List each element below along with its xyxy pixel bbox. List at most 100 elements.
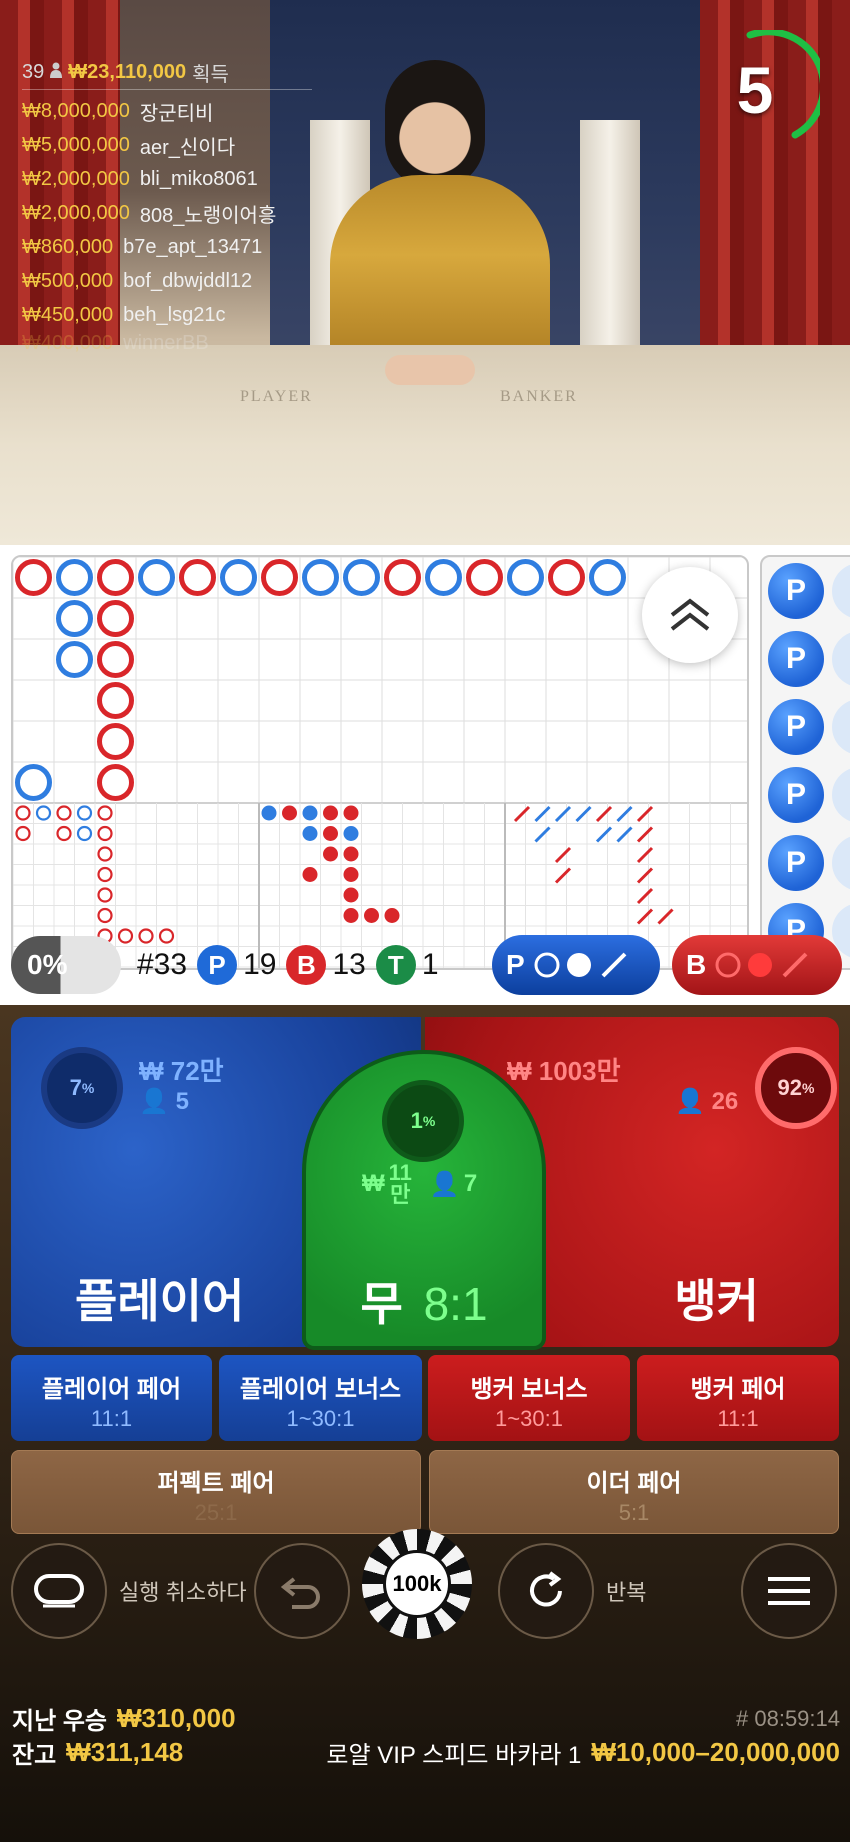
side-bet-title: 뱅커 페어 [690, 1376, 786, 1403]
cockroach-road-mark [554, 805, 572, 823]
big-road-mark [548, 559, 585, 596]
menu-button[interactable] [741, 1543, 837, 1639]
table-player-text: PLAYER [240, 388, 313, 405]
ask-banker-button[interactable]: B [672, 935, 842, 995]
player-bettor-count: 5 [175, 1088, 189, 1115]
perfect-pair-odds: 25:1 [194, 1500, 238, 1525]
road-symbols-icon [715, 952, 808, 978]
big-road-mark [507, 559, 544, 596]
winner-amount: ₩860,000 [22, 235, 114, 258]
big-road-mark [261, 559, 298, 596]
either-pair-bet[interactable]: 이더 페어 5:1 [429, 1450, 839, 1534]
winner-name: bof_dbwjddl12 [123, 269, 253, 292]
cockroach-road-mark [657, 908, 674, 925]
big-road-mark [589, 559, 626, 596]
big-eye-road-mark [76, 805, 93, 821]
big-road-mark [56, 641, 93, 678]
collapse-roadmap-button[interactable] [642, 567, 738, 663]
road-grid [13, 557, 747, 968]
chip-value: 100k [383, 1550, 451, 1618]
banker-pair-bet[interactable]: 뱅커 페어 11:1 [637, 1355, 839, 1441]
dealer-hands [385, 355, 475, 385]
ask-player-button[interactable]: P [492, 935, 660, 995]
repeat-control: 반복 [498, 1543, 646, 1639]
player-bonus-bet[interactable]: 플레이어 보너스 1~30:1 [219, 1355, 422, 1441]
tie-bet-spot[interactable]: 1% ₩ 11 만 👤 7 무 8:1 [302, 1050, 546, 1350]
small-road-mark [323, 805, 338, 821]
cockroach-road-mark [636, 908, 654, 925]
cockroach-road-mark [534, 805, 551, 823]
side-bet-odds: 1~30:1 [495, 1406, 563, 1431]
banker-bonus-bet[interactable]: 뱅커 보너스 1~30:1 [428, 1355, 630, 1441]
small-road-mark [343, 908, 359, 923]
table-limits: ₩10,000–20,000,000 [591, 1737, 840, 1767]
big-road-mark [425, 559, 462, 596]
predictor-chip: P [768, 835, 824, 891]
player-percent-ring: 7% [41, 1047, 123, 1129]
tie-amount-unit: 만 [390, 1182, 411, 1207]
player-count: 19 [243, 948, 277, 981]
predictor-chip-next [832, 699, 850, 755]
big-eye-road-mark [97, 846, 113, 862]
ask-player-label: P [506, 949, 525, 980]
winner-amount: ₩500,000 [22, 269, 114, 292]
user-icon [50, 61, 63, 84]
winner-amount: ₩8,000,000 [22, 99, 130, 122]
tie-percent: 1 [410, 1108, 423, 1133]
winner-name: aer_신이다 [139, 136, 236, 159]
repeat-icon [530, 1571, 562, 1607]
small-road-mark [323, 826, 338, 841]
cockroach-road-mark [534, 826, 551, 843]
countdown-timer: 5 [700, 28, 828, 150]
tie-percent-ring: 1% [382, 1080, 464, 1162]
percent-sign: % [81, 1080, 95, 1096]
undo-group [254, 1543, 350, 1639]
winner-amount: ₩2,000,000 [22, 167, 130, 190]
undo-button[interactable] [254, 1543, 350, 1639]
predictor-chip-next [832, 631, 850, 687]
menu-control [741, 1543, 837, 1639]
big-road-mark [384, 559, 421, 596]
tie-label: 무 [360, 1278, 403, 1330]
big-eye-road-mark [56, 825, 72, 842]
big-eye-road-mark [97, 907, 113, 924]
bead-road[interactable] [11, 555, 749, 970]
cockroach-road-mark [636, 887, 654, 905]
player-pair-bet[interactable]: 플레이어 페어 11:1 [11, 1355, 212, 1441]
predictor-chip-next [832, 835, 850, 891]
banker-count: 13 [332, 948, 366, 981]
small-road-mark [323, 846, 338, 862]
road-symbols-icon [534, 952, 627, 978]
shoe-progress: 0% [11, 936, 121, 994]
chat-button[interactable] [11, 1543, 107, 1639]
big-eye-road-mark [15, 805, 31, 821]
winner-row: ₩400,000 winnerBB [22, 332, 312, 354]
winner-name: winnerBB [123, 332, 209, 354]
winners-total: ₩23,110,000 [68, 61, 187, 83]
repeat-button[interactable] [498, 1543, 594, 1639]
betting-area: 7% ₩ 72만 👤 5 플레이어 92% ₩ 1003만 👤 26 뱅커 1%… [0, 1005, 850, 1842]
winners-suffix: 획득 [192, 64, 229, 86]
big-road-mark [15, 559, 52, 596]
cockroach-road-mark [636, 846, 654, 864]
cockroach-road-mark [616, 826, 633, 843]
big-road-mark [466, 559, 503, 596]
winner-amount: ₩450,000 [22, 303, 114, 326]
banker-bettor-count: 26 [711, 1088, 739, 1115]
balance-label: 잔고 [12, 1742, 57, 1769]
table-name: 로얄 VIP 스피드 바카라 1 [326, 1742, 582, 1769]
pillar-right [580, 120, 640, 380]
predictor-road[interactable]: PPPPPP [760, 555, 850, 970]
chevron-up-double-icon [670, 598, 710, 631]
user-icon: 👤 [675, 1088, 705, 1115]
perfect-pair-bet[interactable]: 퍼펙트 페어 25:1 [11, 1450, 421, 1534]
big-eye-road-mark [35, 805, 52, 821]
big-eye-road-mark [15, 825, 31, 842]
repeat-label: 반복 [606, 1580, 647, 1605]
chip-selector[interactable]: 100k [362, 1529, 472, 1639]
small-road-mark [343, 826, 359, 841]
ask-banker-label: B [686, 949, 707, 980]
round-time: # 08:59:14 [736, 1705, 840, 1731]
tie-amount: 11 만 [389, 1162, 412, 1206]
chip-100k[interactable]: 100k [362, 1529, 472, 1639]
